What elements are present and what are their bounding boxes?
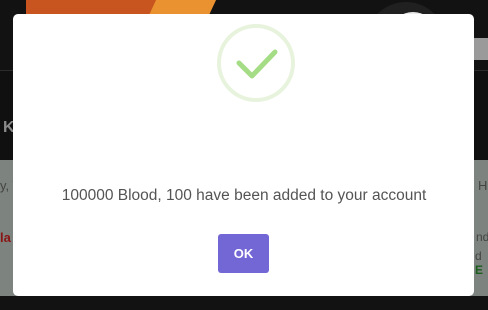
background-footer	[0, 296, 488, 310]
background-side-tab	[474, 38, 488, 60]
background-right-text-2: nd	[476, 230, 488, 244]
checkmark-icon	[217, 24, 295, 102]
background-right-text-3-prefix: d	[475, 249, 482, 263]
background-right-text-3-bold: E	[475, 263, 484, 277]
background-right-text-3: d E	[475, 249, 488, 277]
background-left-highlight: la	[0, 230, 11, 245]
ok-button[interactable]: OK	[218, 234, 269, 273]
dialog-message: 100000 Blood, 100 have been added to you…	[61, 187, 427, 204]
